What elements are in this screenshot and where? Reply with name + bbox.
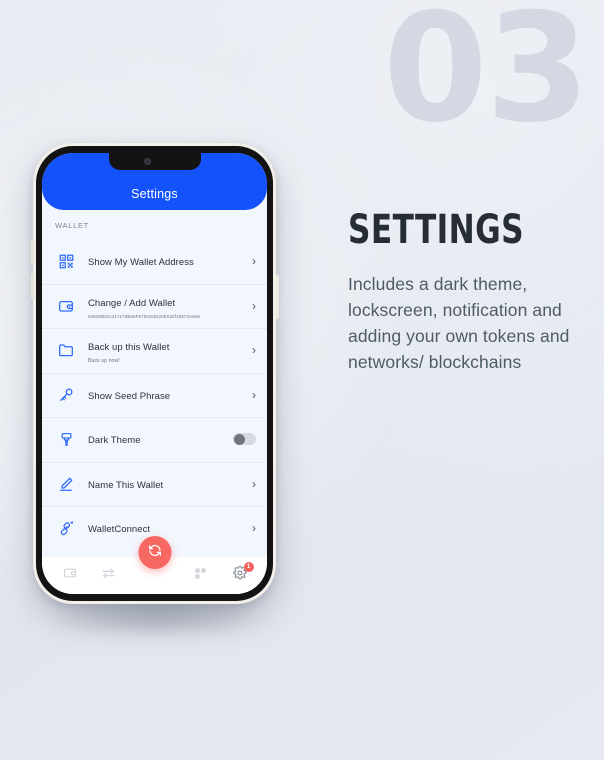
- phone-mockup: Settings WALLET Show My Wallet Address ›…: [30, 143, 279, 604]
- phone-bezel: Settings WALLET Show My Wallet Address ›…: [36, 146, 273, 601]
- refresh-sync-icon: [147, 543, 162, 563]
- settings-row-title: Show My Wallet Address: [88, 257, 194, 269]
- settings-row-name-this-wallet[interactable]: Name This Wallet ›: [42, 461, 267, 506]
- chevron-right-icon: ›: [252, 254, 256, 269]
- chevron-right-icon: ›: [252, 343, 256, 358]
- settings-row-change-add-wallet[interactable]: Change / Add Wallet 0x9299b3A41727dBa6F5…: [42, 283, 267, 328]
- volume-up-button[interactable]: [30, 239, 34, 265]
- page-description: Includes a dark theme, lockscreen, notif…: [348, 274, 570, 372]
- app-header-title: Settings: [131, 187, 178, 201]
- settings-row-text: Dark Theme: [88, 430, 233, 448]
- pencil-icon: [55, 473, 77, 495]
- nav-item-apps[interactable]: [188, 563, 214, 589]
- nav-item-swap[interactable]: [96, 563, 122, 589]
- settings-row-text: WalletConnect: [88, 519, 246, 537]
- settings-row-show-wallet-address[interactable]: Show My Wallet Address ›: [42, 239, 267, 284]
- front-camera-icon: [144, 158, 151, 165]
- dark-theme-toggle[interactable]: [233, 433, 256, 446]
- settings-row-subtitle: Back up now!: [88, 357, 120, 364]
- settings-row-title: Back up this Wallet: [88, 342, 170, 353]
- copy-column: SETTINGS Includes a dark theme, lockscre…: [348, 210, 580, 376]
- settings-row-text: Show Seed Phrase: [88, 386, 246, 404]
- nav-item-wallet[interactable]: [57, 563, 83, 589]
- swap-arrows-icon: [101, 566, 116, 586]
- paint-brush-icon: [55, 428, 77, 450]
- settings-row-show-seed-phrase[interactable]: Show Seed Phrase ›: [42, 372, 267, 417]
- settings-row-title: Change / Add Wallet: [88, 298, 176, 309]
- settings-list: Show My Wallet Address › Change / Add Wa…: [42, 239, 267, 551]
- toggle-knob: [233, 433, 245, 445]
- volume-down-button[interactable]: [30, 273, 34, 299]
- wallet-switch-icon: [55, 295, 77, 317]
- wallet-icon: [63, 566, 77, 585]
- chevron-right-icon: ›: [252, 476, 256, 491]
- settings-row-text: Show My Wallet Address: [88, 252, 246, 270]
- settings-row-title: Show Seed Phrase: [88, 390, 171, 402]
- chevron-right-icon: ›: [252, 298, 256, 313]
- page-background: 03 SETTINGS Includes a dark theme, locks…: [0, 0, 604, 760]
- phone-screen: Settings WALLET Show My Wallet Address ›…: [42, 153, 267, 594]
- nav-item-settings[interactable]: 1: [227, 561, 254, 589]
- bottom-nav-area: 1: [42, 536, 267, 594]
- phone-notch: [108, 153, 201, 170]
- page-title: SETTINGS: [348, 207, 524, 253]
- settings-row-title: Name This Wallet: [88, 479, 164, 491]
- step-number-watermark: 03: [383, 0, 590, 156]
- chevron-right-icon: ›: [252, 387, 256, 402]
- section-label-wallet: WALLET: [55, 221, 89, 230]
- settings-row-title: Dark Theme: [88, 435, 141, 447]
- qr-code-icon: [55, 250, 77, 272]
- settings-row-title: WalletConnect: [88, 524, 151, 536]
- grid-icon: [194, 567, 207, 585]
- folder-icon: [55, 339, 77, 361]
- settings-row-backup-wallet[interactable]: Back up this Wallet Back up now! ›: [42, 328, 267, 373]
- settings-row-text: Change / Add Wallet 0x9299b3A41727dBa6F5…: [88, 293, 246, 319]
- settings-row-dark-theme[interactable]: Dark Theme: [42, 417, 267, 462]
- settings-row-text: Back up this Wallet Back up now!: [88, 337, 246, 364]
- chevron-right-icon: ›: [252, 521, 256, 536]
- refresh-fab-button[interactable]: [138, 536, 171, 569]
- power-button[interactable]: [275, 275, 279, 319]
- notification-badge: 1: [243, 561, 254, 572]
- key-icon: [55, 384, 77, 406]
- settings-row-text: Name This Wallet: [88, 475, 246, 493]
- wallet-address-value: 0x9299b3A41727dBa6F57DA64E20E032f19673A6…: [88, 313, 200, 319]
